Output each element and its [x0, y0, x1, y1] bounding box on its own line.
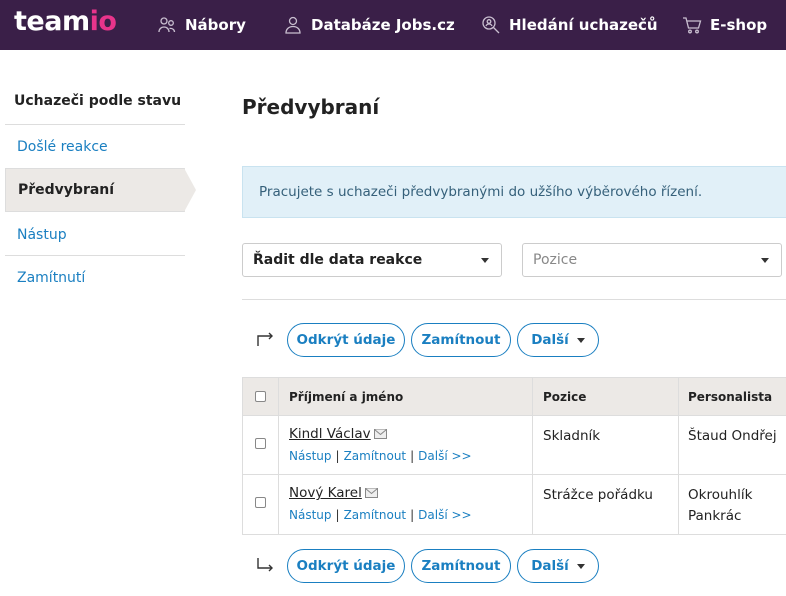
nav-item-eshop[interactable]: E-shop — [682, 0, 767, 50]
candidate-name-link[interactable]: Nový Karel — [289, 485, 378, 501]
logo-main-text: team — [14, 6, 90, 37]
envelope-icon[interactable] — [373, 429, 387, 439]
more-label: Další — [531, 332, 569, 348]
reject-label: Zamítnout — [421, 558, 501, 574]
nav-item-nabory[interactable]: Nábory — [157, 0, 246, 50]
reject-button[interactable]: Zamítnout — [411, 549, 511, 583]
column-divider — [278, 378, 279, 415]
search-person-icon — [482, 16, 500, 34]
page-title: Předvybraní — [242, 95, 380, 119]
chevron-down-icon — [481, 258, 489, 263]
reject-label: Zamítnout — [421, 332, 501, 348]
people-icon — [158, 17, 176, 33]
sort-select-value: Řadit dle data reakce — [253, 252, 423, 268]
action-nastup-link[interactable]: Nástup — [289, 449, 332, 463]
chevron-down-icon — [576, 337, 585, 343]
candidates-table: Příjmení a jméno Pozice Personalista Kin… — [242, 377, 786, 535]
column-divider — [278, 416, 279, 474]
recruiter-line: Štaud Ondřej — [688, 428, 777, 444]
reveal-details-label: Odkrýt údaje — [296, 332, 396, 348]
envelope-icon[interactable] — [364, 488, 378, 498]
column-divider — [678, 475, 679, 534]
column-divider — [278, 475, 279, 534]
position-cell: Strážce pořádku — [543, 487, 653, 503]
bulk-action-arrow-icon — [257, 558, 273, 572]
info-banner-text: Pracujete s uchazeči předvybranými do už… — [259, 184, 703, 200]
chevron-down-icon — [576, 563, 585, 569]
action-zamitnout-link[interactable]: Zamítnout — [344, 508, 407, 522]
column-divider — [678, 416, 679, 474]
nav-item-label: E-shop — [710, 16, 768, 34]
action-dalsi-link[interactable]: Další >> — [418, 508, 471, 522]
nav-item-hledani[interactable]: Hledání uchazečů — [481, 0, 658, 50]
column-divider — [532, 475, 533, 534]
table-row: Nový Karel Nástup | Zamítnout | Další >> Str… — [243, 475, 786, 534]
column-divider — [532, 416, 533, 474]
row-checkbox[interactable] — [255, 438, 266, 449]
separator: | — [335, 449, 340, 463]
table-header: Příjmení a jméno Pozice Personalista — [243, 378, 786, 416]
sidebar-item-zamitnuti[interactable]: Zamítnutí — [5, 256, 185, 300]
more-dropdown-button[interactable]: Další — [517, 549, 599, 583]
reveal-details-label: Odkrýt údaje — [296, 558, 396, 574]
row-checkbox[interactable] — [255, 497, 266, 508]
recruiter-line: Okrouhlík — [688, 487, 753, 503]
section-divider — [242, 299, 786, 300]
sort-select[interactable]: Řadit dle data reakce — [242, 243, 502, 277]
candidate-name: Kindl Václav — [289, 426, 371, 442]
column-divider — [678, 378, 679, 415]
nav-item-label: Nábory — [185, 16, 246, 34]
info-banner: Pracujete s uchazeči předvybranými do už… — [242, 166, 786, 218]
sidebar-active-pointer — [184, 168, 196, 212]
reveal-details-button[interactable]: Odkrýt údaje — [287, 549, 405, 583]
separator: | — [335, 508, 340, 522]
teamio-logo[interactable]: teamio — [14, 6, 117, 37]
action-zamitnout-link[interactable]: Zamítnout — [344, 449, 407, 463]
recruiter-line: Pankrác — [688, 508, 742, 524]
logo-accent-text: io — [89, 6, 117, 37]
nav-item-label: Databáze Jobs.cz — [311, 16, 455, 34]
person-icon — [285, 16, 301, 34]
action-nastup-link[interactable]: Nástup — [289, 508, 332, 522]
separator: | — [410, 449, 415, 463]
more-dropdown-button[interactable]: Další — [517, 323, 599, 357]
nav-item-databaze[interactable]: Databáze Jobs.cz — [283, 0, 455, 50]
sidebar-title: Uchazeči podle stavu — [14, 93, 182, 109]
row-actions: Nástup | Zamítnout | Další >> — [289, 508, 472, 522]
bulk-action-arrow-icon — [257, 332, 273, 346]
candidate-name: Nový Karel — [289, 485, 362, 501]
sidebar-item-dosle-reakce[interactable]: Došlé reakce — [5, 125, 185, 169]
position-cell: Skladník — [543, 428, 601, 444]
table-row: Kindl Václav Nástup | Zamítnout | Další >> S… — [243, 416, 786, 475]
candidate-name-link[interactable]: Kindl Václav — [289, 426, 387, 442]
select-all-checkbox[interactable] — [255, 391, 266, 402]
recruiter-cell: Štaud Ondřej — [688, 426, 777, 447]
column-divider — [532, 378, 533, 415]
nav-item-label: Hledání uchazečů — [509, 16, 658, 34]
recruiter-cell: Okrouhlík Pankrác — [688, 485, 752, 527]
position-select[interactable]: Pozice — [522, 243, 782, 277]
column-header-recruiter[interactable]: Personalista — [688, 378, 772, 416]
reject-button[interactable]: Zamítnout — [411, 323, 511, 357]
column-header-name[interactable]: Příjmení a jméno — [289, 378, 403, 416]
row-actions: Nástup | Zamítnout | Další >> — [289, 449, 472, 463]
sidebar-item-predvybrani[interactable]: Předvybraní — [5, 168, 185, 212]
reveal-details-button[interactable]: Odkrýt údaje — [287, 323, 405, 357]
action-dalsi-link[interactable]: Další >> — [418, 449, 471, 463]
more-label: Další — [531, 558, 569, 574]
chevron-down-icon — [761, 258, 769, 263]
column-header-position[interactable]: Pozice — [543, 378, 586, 416]
separator: | — [410, 508, 415, 522]
top-navigation-bar: teamio Nábory Databáze Jobs.cz Hledání u… — [0, 0, 786, 50]
cart-icon — [683, 17, 702, 34]
sidebar-item-nastup[interactable]: Nástup — [5, 213, 185, 257]
position-select-placeholder: Pozice — [533, 252, 578, 268]
